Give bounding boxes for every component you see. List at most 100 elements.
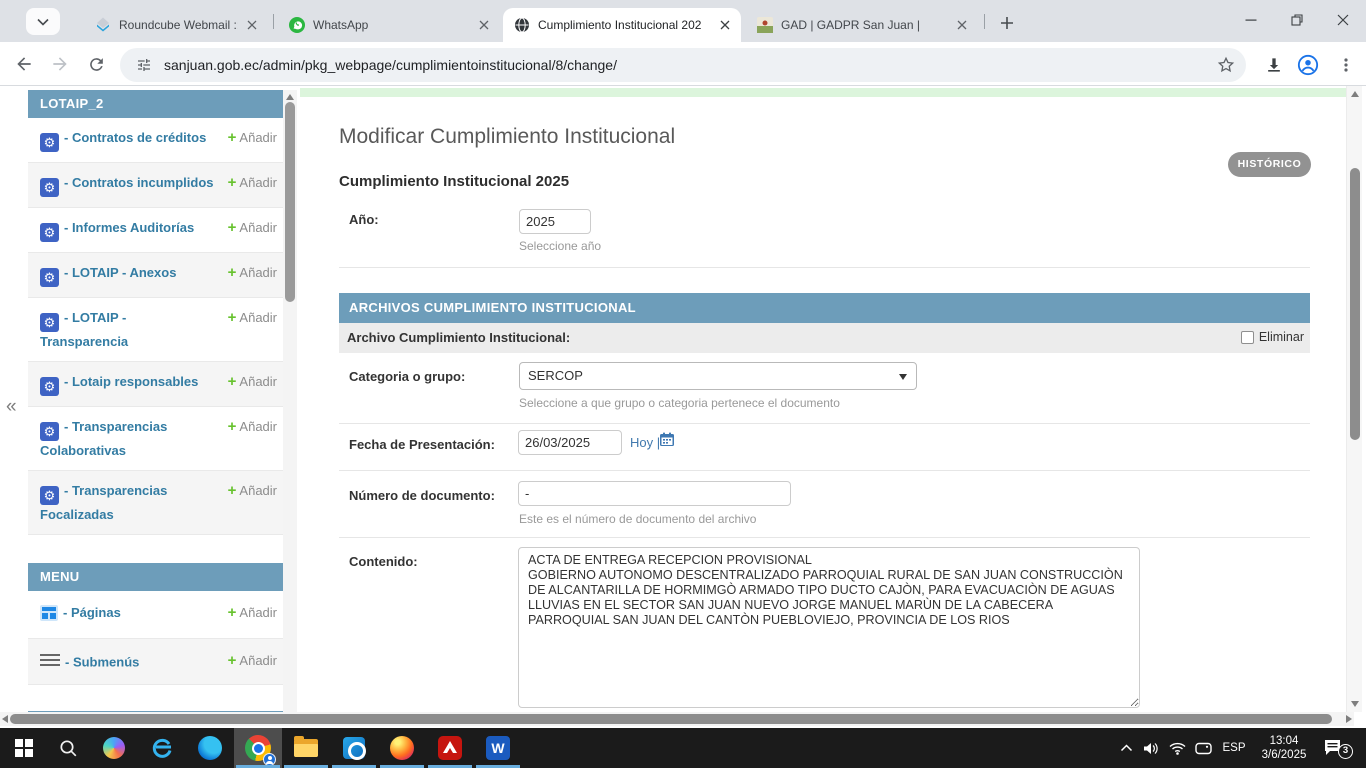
tab-close-icon[interactable] [244, 17, 260, 33]
add-button[interactable]: +Añadir [228, 308, 277, 326]
sidebar-scrollbar-thumb[interactable] [285, 102, 295, 302]
taskbar-search-button[interactable] [44, 728, 92, 768]
tray-clock[interactable]: 13:04 3/6/2025 [1252, 728, 1316, 768]
firefox-icon [390, 736, 414, 760]
window-minimize-button[interactable] [1228, 0, 1274, 40]
taskbar: ESP 13:04 3/6/2025 3 [0, 728, 1366, 768]
hoy-link[interactable]: Hoy | [630, 435, 660, 450]
new-tab-button[interactable] [994, 10, 1020, 36]
taskbar-word-button[interactable] [474, 728, 522, 768]
tab-whatsapp[interactable]: WhatsApp [278, 8, 500, 42]
taskbar-firefox-button[interactable] [378, 728, 426, 768]
eliminar-checkbox[interactable] [1241, 331, 1254, 344]
taskbar-chrome-button[interactable] [234, 728, 282, 768]
word-icon [486, 736, 510, 760]
outlook-icon [343, 737, 365, 759]
historico-button[interactable]: HISTÓRICO [1228, 152, 1311, 177]
add-button[interactable]: +Añadir [228, 173, 277, 191]
sidebar-item-lotaip-responsables[interactable]: ⚙- Lotaip responsables +Añadir [28, 362, 283, 407]
taskbar-edge-button[interactable] [186, 728, 234, 768]
taskbar-outlook-button[interactable] [330, 728, 378, 768]
edge-icon [198, 736, 222, 760]
page-horizontal-scrollbar[interactable] [0, 712, 1354, 726]
tray-wifi-button[interactable] [1164, 728, 1190, 768]
scroll-up-icon[interactable] [1351, 91, 1359, 97]
tray-expand-button[interactable] [1114, 728, 1138, 768]
taskbar-ie-button[interactable] [138, 728, 186, 768]
tray-volume-button[interactable] [1139, 728, 1163, 768]
sidebar-item-informes-auditorias[interactable]: ⚙- Informes Auditorías +Añadir [28, 208, 283, 253]
page-vertical-scrollbar[interactable] [1346, 86, 1362, 712]
back-icon [14, 54, 34, 74]
sidebar-item-lotaip-transparencia[interactable]: ⚙- LOTAIP - Transparencia +Añadir [28, 298, 283, 362]
address-bar[interactable]: sanjuan.gob.ec/admin/pkg_webpage/cumplim… [120, 48, 1246, 82]
anio-input[interactable] [519, 209, 591, 234]
sidebar-spacer [28, 535, 283, 563]
window-restore-button[interactable] [1274, 0, 1320, 40]
sidebar-item-submenus[interactable]: - Submenús +Añadir [28, 639, 283, 685]
taskbar-copilot-button[interactable] [90, 728, 138, 768]
gear-icon: ⚙ [40, 133, 59, 152]
add-button[interactable]: +Añadir [228, 372, 277, 390]
tab-close-icon[interactable] [954, 17, 970, 33]
tab-cumplimiento-active[interactable]: Cumplimiento Institucional 202 [503, 8, 741, 42]
bookmark-star-icon[interactable] [1216, 55, 1236, 75]
contenido-label: Contenido: [349, 554, 418, 569]
add-button[interactable]: +Añadir [228, 128, 277, 146]
forward-button[interactable] [48, 52, 72, 76]
sidebar-item-transparencias-focalizadas[interactable]: ⚙- Transparencias Focalizadas +Añadir [28, 471, 283, 535]
scroll-left-icon[interactable] [2, 715, 8, 723]
scroll-up-icon[interactable] [286, 94, 294, 100]
sidebar-item-label: - Páginas [63, 605, 121, 620]
scroll-down-icon[interactable] [1351, 701, 1359, 707]
tab-search-button[interactable] [26, 8, 60, 35]
categoria-select[interactable]: SERCOP [519, 362, 917, 390]
tab-roundcube[interactable]: Roundcube Webmail :: Entrada [84, 8, 268, 42]
divider [339, 537, 1310, 538]
sidebar-item-contratos-creditos[interactable]: ⚙- Contratos de créditos +Añadir [28, 118, 283, 163]
sidebar-scrollbar[interactable] [283, 90, 297, 712]
start-button[interactable] [0, 728, 48, 768]
sidebar-item-label: - Lotaip responsables [64, 374, 198, 389]
horizontal-scrollbar-thumb[interactable] [10, 714, 1332, 724]
tab-title: Roundcube Webmail :: Entrada [119, 18, 238, 32]
taskbar-explorer-button[interactable] [282, 728, 330, 768]
back-button[interactable] [12, 52, 36, 76]
site-info-icon[interactable] [136, 57, 152, 73]
browser-menu-button[interactable] [1334, 53, 1358, 77]
sidebar-item-transparencias-colaborativas[interactable]: ⚙- Transparencias Colaborativas +Añadir [28, 407, 283, 471]
categoria-label: Categoria o grupo: [349, 369, 465, 384]
add-button[interactable]: +Añadir [228, 651, 277, 669]
reload-button[interactable] [84, 52, 108, 76]
tray-meetnow-button[interactable] [1190, 728, 1216, 768]
vertical-scrollbar-thumb[interactable] [1350, 168, 1360, 440]
tab-close-icon[interactable] [717, 17, 733, 33]
contenido-textarea[interactable]: ACTA DE ENTREGA RECEPCION PROVISIONAL GO… [518, 547, 1140, 708]
add-button[interactable]: +Añadir [228, 481, 277, 499]
screen: Roundcube Webmail :: Entrada WhatsApp Cu… [0, 0, 1366, 768]
numero-input[interactable] [518, 481, 791, 506]
fecha-input[interactable] [518, 430, 622, 455]
taskbar-acrobat-button[interactable] [426, 728, 474, 768]
tab-gad[interactable]: GAD | GADPR San Juan | [746, 8, 978, 42]
downloads-button[interactable] [1262, 53, 1286, 77]
add-button[interactable]: +Añadir [228, 218, 277, 236]
tab-close-icon[interactable] [476, 17, 492, 33]
calendar-icon[interactable] [659, 432, 675, 452]
add-button[interactable]: +Añadir [228, 603, 277, 621]
sidebar-item-paginas[interactable]: - Páginas +Añadir [28, 591, 283, 639]
add-button[interactable]: +Añadir [228, 263, 277, 281]
sidebar-item-lotaip-anexos[interactable]: ⚙- LOTAIP - Anexos +Añadir [28, 253, 283, 298]
sidebar-section-menu: MENU [28, 563, 283, 591]
divider [339, 470, 1310, 471]
sidebar-item-label: - Contratos incumplidos [64, 175, 214, 190]
window-close-button[interactable] [1320, 0, 1366, 40]
tray-language-button[interactable]: ESP [1218, 728, 1250, 768]
sidebar-item-contratos-incumplidos[interactable]: ⚙- Contratos incumplidos +Añadir [28, 163, 283, 208]
sidebar-collapse-button[interactable]: « [6, 396, 17, 418]
url-text[interactable]: sanjuan.gob.ec/admin/pkg_webpage/cumplim… [164, 57, 1216, 73]
tray-notifications-button[interactable]: 3 [1322, 728, 1362, 768]
add-button[interactable]: +Añadir [228, 417, 277, 435]
profile-button[interactable] [1296, 53, 1320, 77]
scroll-right-icon[interactable] [1346, 715, 1352, 723]
